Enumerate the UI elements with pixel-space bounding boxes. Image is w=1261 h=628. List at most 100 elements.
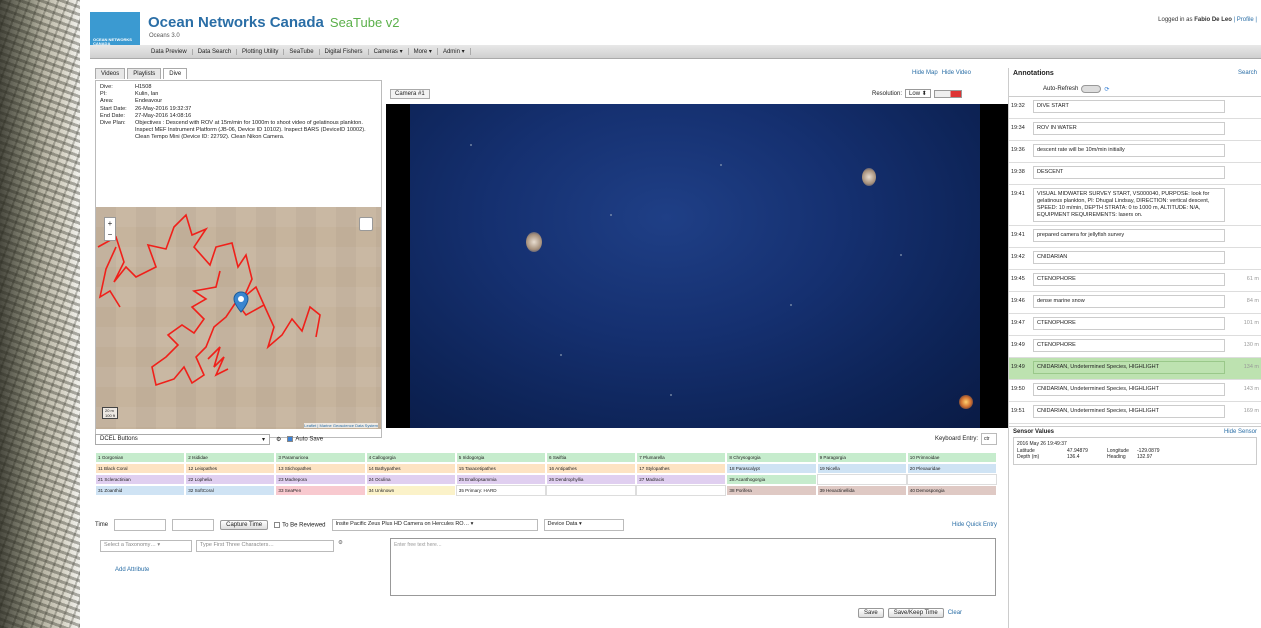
quick-entry-button[interactable]: 13 Stichopathes xyxy=(275,463,366,474)
quick-entry-button[interactable]: 6 Swiftia xyxy=(545,452,637,463)
annotation-item[interactable]: 19:49 CTENOPHORE 130 m xyxy=(1009,336,1261,358)
dive-map[interactable]: + − 20 m 100 ft Leaflet | Marine Geoscienc… xyxy=(96,207,381,429)
menu-item[interactable]: Data Search xyxy=(193,48,238,55)
clear-link[interactable]: Clear xyxy=(948,610,962,616)
quick-entry-button[interactable]: 26 Dendrophyllia xyxy=(545,474,637,485)
quick-entry-button[interactable]: 3 Paramuricea xyxy=(275,452,366,463)
annotation-item[interactable]: 19:47 CTENOPHORE 101 m xyxy=(1009,314,1261,336)
map-attribution[interactable]: Leaflet | Marine Geoscience Data System xyxy=(304,423,378,428)
quick-entry-button[interactable]: 11 Black Coral xyxy=(95,463,186,474)
camera-select[interactable]: Insite Pacific Zeus Plus HD Camera on He… xyxy=(331,519,538,531)
tab-videos[interactable]: Videos xyxy=(95,68,126,79)
menu-item[interactable]: Cameras ▾ xyxy=(369,48,409,55)
device-data-select[interactable]: Device Data ▾ xyxy=(543,519,624,531)
quick-entry-button[interactable]: 33 SeaPen xyxy=(275,485,366,496)
quick-entry-button[interactable] xyxy=(906,474,997,485)
search-link[interactable]: Search xyxy=(1238,70,1257,80)
quick-entry-button[interactable]: 15 Taxacetipathes xyxy=(455,463,546,474)
quick-entry-button[interactable] xyxy=(636,485,727,496)
hide-quick-entry-link[interactable]: Hide Quick Entry xyxy=(952,522,997,528)
map-zoom-control[interactable]: + − xyxy=(104,217,116,241)
annotation-item[interactable]: 19:34 ROV IN WATER xyxy=(1009,119,1261,141)
quick-entry-button[interactable]: 12 Leiopathes xyxy=(185,463,276,474)
settings-gear-icon[interactable]: ⚙ xyxy=(276,436,281,443)
free-text-area[interactable]: Enter free text here… xyxy=(390,538,996,596)
save-keep-time-button[interactable]: Save/Keep Time xyxy=(887,608,944,618)
time-input-1[interactable] xyxy=(114,519,167,531)
tab-dive[interactable]: Dive xyxy=(163,68,188,79)
quick-entry-button[interactable]: 34 Unknown xyxy=(365,485,456,496)
annotation-item[interactable]: 19:42 CNIDARIAN xyxy=(1009,248,1261,270)
quick-entry-button[interactable]: 22 Lophelia xyxy=(185,474,276,485)
quick-entry-button[interactable]: 10 Primnoidae xyxy=(906,452,997,463)
menu-item[interactable]: SeaTube xyxy=(284,48,320,55)
annotation-item[interactable]: 19:49 CNIDARIAN, Undetermined Species, HI… xyxy=(1009,358,1261,380)
hide-video-link[interactable]: Hide Video xyxy=(942,70,971,76)
tab-playlists[interactable]: Playlists xyxy=(127,68,162,79)
quick-entry-button[interactable]: 20 Plexauridae xyxy=(906,463,997,474)
quick-entry-button[interactable]: 7 Plumarella xyxy=(636,452,727,463)
quick-entry-button[interactable]: 28 Acanthogorgia xyxy=(726,474,817,485)
quick-entry-button[interactable]: 23 Madrepora xyxy=(275,474,366,485)
menu-item[interactable]: More ▾ xyxy=(409,48,438,55)
quick-entry-button[interactable] xyxy=(545,485,637,496)
annotation-item[interactable]: 19:41 VISUAL MIDWATER SURVEY START, VS000… xyxy=(1009,185,1261,226)
quick-entry-button[interactable]: 40 Demospongia xyxy=(906,485,997,496)
resolution-select[interactable]: Low ⬍ xyxy=(905,89,931,98)
annotation-item[interactable]: 19:45 CTENOPHORE 61 m xyxy=(1009,270,1261,292)
quick-entry-button[interactable]: 38 Porifera xyxy=(726,485,817,496)
quick-entry-button[interactable]: 27 Madracis xyxy=(636,474,727,485)
quick-entry-button[interactable]: 31 Zoanthid xyxy=(95,485,186,496)
quick-entry-button[interactable]: 4 Callogorgia xyxy=(365,452,456,463)
annotation-item[interactable]: 19:41 prepared camera for jellyfish surve… xyxy=(1009,226,1261,248)
menu-item[interactable]: Digital Fishers xyxy=(320,48,369,55)
annotation-item[interactable]: 19:50 CNIDARIAN, Undetermined Species, HI… xyxy=(1009,380,1261,402)
quick-entry-button[interactable]: 18 Parascalypt xyxy=(726,463,817,474)
button-set-select[interactable]: DCEL Buttons ▾ xyxy=(95,433,270,445)
capture-time-button[interactable]: Capture Time xyxy=(220,520,269,530)
save-button[interactable]: Save xyxy=(858,608,884,618)
quick-entry-button[interactable]: 25 Enallopsammia xyxy=(455,474,546,485)
map-marker-icon[interactable] xyxy=(233,291,249,313)
quick-entry-button[interactable]: 39 Hexactinellida xyxy=(816,485,907,496)
quick-entry-button[interactable]: 14 Bathypathes xyxy=(365,463,456,474)
annotation-item[interactable]: 19:32 DIVE START xyxy=(1009,97,1261,119)
quick-entry-button[interactable]: 5 Iridogorgia xyxy=(455,452,546,463)
keyboard-entry-input[interactable]: ctr xyxy=(981,433,997,445)
annotation-item[interactable]: 19:36 descent rate will be 10m/min initia… xyxy=(1009,141,1261,163)
quick-entry-button[interactable]: 16 Antipathes xyxy=(545,463,637,474)
profile-link[interactable]: | Profile | xyxy=(1234,17,1257,23)
menu-item[interactable]: Admin ▾ xyxy=(438,48,471,55)
add-attribute-link[interactable]: Add Attribute xyxy=(115,567,149,573)
video-controls-icon[interactable] xyxy=(933,89,962,98)
taxon-search-input[interactable]: Type First Three Characters… xyxy=(196,540,334,552)
layers-icon[interactable] xyxy=(359,217,373,231)
quick-entry-button[interactable]: 19 Nicella xyxy=(816,463,907,474)
menu-item[interactable]: Plotting Utility xyxy=(237,48,285,55)
auto-refresh-toggle[interactable] xyxy=(1081,85,1102,93)
time-input-2[interactable] xyxy=(172,519,215,531)
annotation-item[interactable]: 19:46 dense marine snow 84 m xyxy=(1009,292,1261,314)
camera-tab[interactable]: Camera #1 xyxy=(390,89,430,99)
hide-map-link[interactable]: Hide Map xyxy=(912,70,938,76)
hide-sensor-link[interactable]: Hide Sensor xyxy=(1224,429,1257,435)
quick-entry-button[interactable]: 2 Isididae xyxy=(185,452,276,463)
zoom-out-button[interactable]: − xyxy=(105,229,115,240)
zoom-in-button[interactable]: + xyxy=(105,218,115,229)
quick-entry-button[interactable]: 35 Primary: HARD xyxy=(455,485,546,496)
help-icon[interactable]: ⚙ xyxy=(338,540,343,552)
menu-item[interactable]: Data Preview xyxy=(146,48,193,55)
quick-entry-button[interactable]: 8 Chrysogorgia xyxy=(726,452,817,463)
refresh-icon[interactable]: ⟳ xyxy=(1104,86,1109,93)
quick-entry-button[interactable]: 17 Stylopathes xyxy=(636,463,727,474)
autosave-checkbox[interactable]: Auto Save xyxy=(287,435,323,442)
quick-entry-button[interactable]: 1 Gorgonian xyxy=(95,452,186,463)
quick-entry-button[interactable]: 32 SoftCoral xyxy=(185,485,276,496)
quick-entry-button[interactable]: 21 Scleractinian xyxy=(95,474,186,485)
annotation-item[interactable]: 19:38 DESCENT xyxy=(1009,163,1261,185)
annotation-item[interactable]: 19:51 CNIDARIAN, Undetermined Species, HI… xyxy=(1009,402,1261,424)
taxonomy-select[interactable]: Select a Taxonomy… ▾ xyxy=(100,540,192,552)
to-be-reviewed-checkbox[interactable]: To Be Reviewed xyxy=(274,521,326,528)
quick-entry-button[interactable]: 24 Oculina xyxy=(365,474,456,485)
video-player[interactable] xyxy=(386,104,1008,428)
